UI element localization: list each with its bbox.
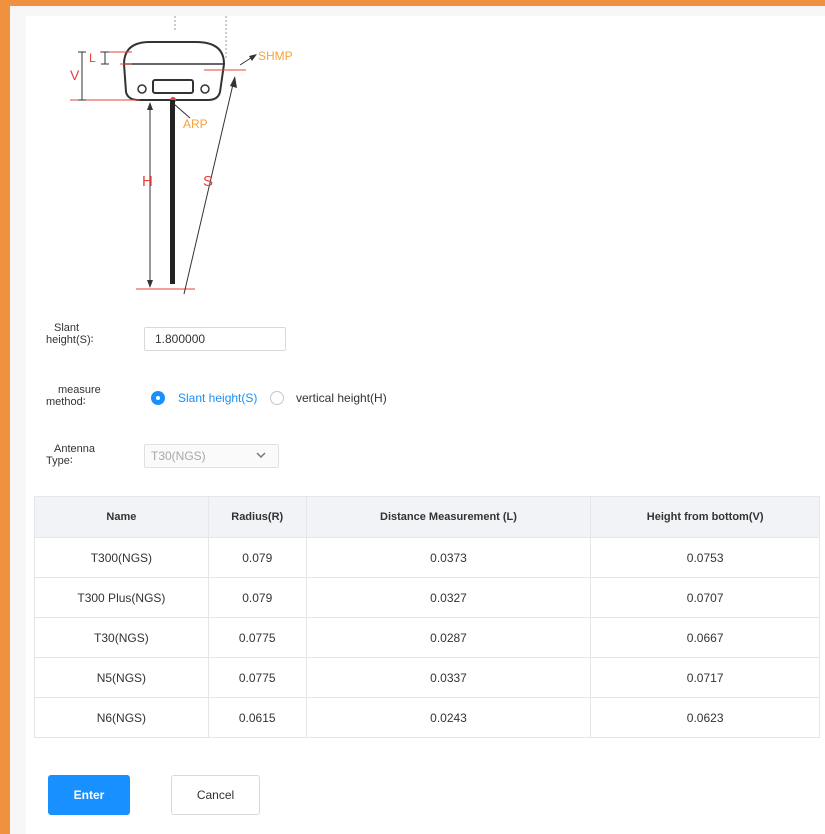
chevron-down-icon [256,452,266,459]
antenna-parameters-table: Name Radius(R) Distance Measurement (L) … [34,496,820,738]
radio-slant-height[interactable] [151,391,165,405]
cell-radius: 0.079 [207,577,307,618]
label-h: H [142,173,153,190]
slant-height-input[interactable]: 1.800000 [144,327,286,351]
cell-distance: 0.0243 [305,697,592,738]
cell-radius: 0.0775 [207,657,307,698]
range-pole [170,100,175,284]
label-s: S [203,173,213,190]
antenna-type-select[interactable]: T30(NGS) [144,444,279,468]
radio-slant-height-label[interactable]: Slant height(S) [178,391,257,405]
header-height: Height from bottom(V) [590,496,820,538]
cell-height: 0.0667 [590,617,820,658]
label-arp: ARP [183,117,208,131]
table-row[interactable]: N5(NGS) 0.0775 0.0337 0.0717 [34,657,820,698]
table-row[interactable]: T300(NGS) 0.079 0.0373 0.0753 [34,537,820,578]
radio-vertical-height[interactable] [270,391,284,405]
cell-height: 0.0753 [590,537,820,578]
enter-button[interactable]: Enter [48,775,130,815]
cell-name: T30(NGS) [34,617,209,658]
antenna-height-diagram: V L H S SHMP ARP [70,16,293,295]
cell-name: T300(NGS) [34,537,209,578]
label-l: L [89,51,96,65]
cell-radius: 0.0615 [207,697,307,738]
cell-name: T300 Plus(NGS) [34,577,209,618]
cell-radius: 0.0775 [207,617,307,658]
cell-height: 0.0717 [590,657,820,698]
cell-distance: 0.0327 [305,577,592,618]
receiver-screen [152,79,194,94]
cell-distance: 0.0373 [305,537,592,578]
table-row[interactable]: N6(NGS) 0.0615 0.0243 0.0623 [34,697,820,738]
window-inner-border-left [10,16,26,834]
header-radius: Radius(R) [207,496,307,538]
slant-height-label: Slant height(S)∶ [46,322,94,346]
antenna-type-value: T30(NGS) [151,449,206,463]
header-name: Name [34,496,209,538]
table-row[interactable]: T30(NGS) 0.0775 0.0287 0.0667 [34,617,820,658]
table-row[interactable]: T300 Plus(NGS) 0.079 0.0327 0.0707 [34,577,820,618]
cell-distance: 0.0287 [305,617,592,658]
header-distance: Distance Measurement (L) [305,496,592,538]
cell-name: N6(NGS) [34,697,209,738]
window-frame-left [0,0,10,834]
table-header-row: Name Radius(R) Distance Measurement (L) … [34,496,820,538]
label-v: V [70,67,80,83]
cell-radius: 0.079 [207,537,307,578]
antenna-type-label: Antenna Type∶ [46,443,95,467]
label-shmp: SHMP [258,49,293,63]
cell-height: 0.0707 [590,577,820,618]
cell-distance: 0.0337 [305,657,592,698]
cell-name: N5(NGS) [34,657,209,698]
radio-vertical-height-label[interactable]: vertical height(H) [296,391,387,405]
cancel-button[interactable]: Cancel [171,775,260,815]
cell-height: 0.0623 [590,697,820,738]
measure-method-label: measure method∶ [46,384,101,408]
window-inner-border [10,6,825,16]
